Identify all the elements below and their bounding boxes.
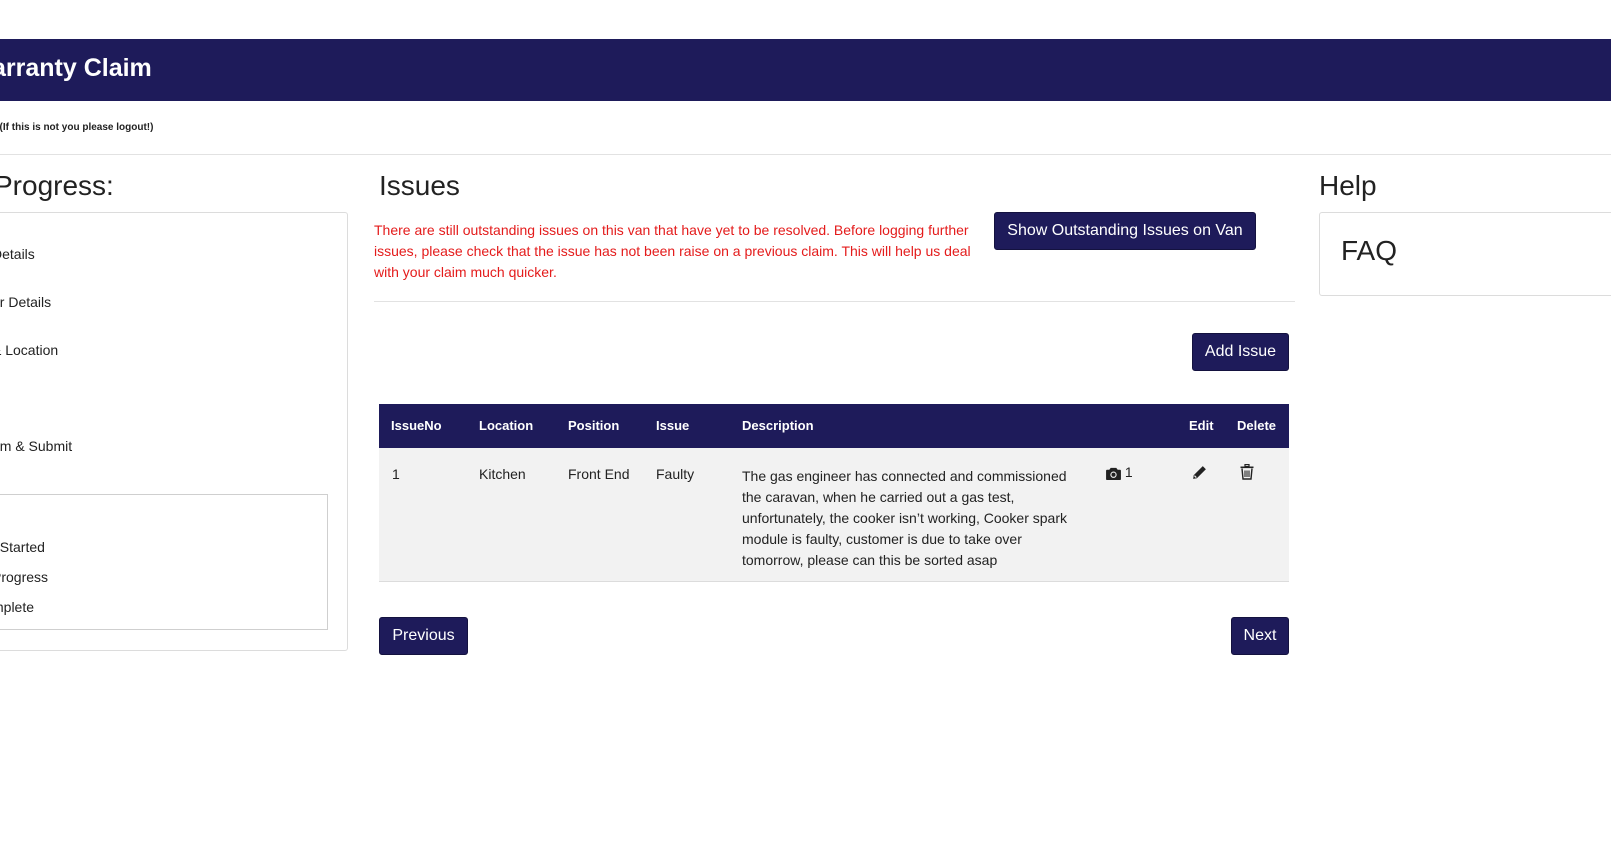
progress-step-confirm-submit[interactable]: irm & Submit [0, 438, 72, 454]
progress-step-location[interactable]: & Location [0, 342, 58, 358]
photo-count: 1 [1124, 464, 1133, 480]
progress-legend [0, 494, 328, 630]
table-header: IssueNo Location Position Issue Descript… [379, 404, 1289, 448]
column-header-issue-no: IssueNo [391, 418, 442, 433]
help-panel: FAQ [1319, 212, 1611, 296]
edit-issue-button[interactable] [1192, 463, 1207, 480]
header-divider [0, 154, 1611, 155]
progress-heading: Progress: [0, 170, 114, 201]
photo-count-link[interactable]: 1 [1106, 464, 1133, 480]
previous-button[interactable]: Previous [379, 617, 468, 655]
cell-issue-no: 1 [392, 466, 400, 482]
trash-icon [1240, 464, 1254, 480]
header-bar: arranty Claim [0, 39, 1611, 101]
add-issue-button[interactable]: Add Issue [1192, 333, 1289, 371]
cell-issue: Faulty [656, 466, 695, 482]
column-header-location: Location [479, 418, 534, 433]
progress-step-details[interactable]: Details [0, 246, 35, 262]
column-header-position: Position [568, 418, 620, 433]
delete-issue-button[interactable] [1240, 463, 1254, 480]
show-outstanding-issues-button[interactable]: Show Outstanding Issues on Van [994, 212, 1256, 250]
column-header-issue: Issue [656, 418, 690, 433]
pencil-icon [1193, 465, 1206, 479]
issues-heading: Issues [379, 170, 460, 201]
cell-position: Front End [568, 466, 630, 482]
legend-not-started: t Started [0, 539, 45, 555]
legend-in-progress: Progress [0, 569, 49, 585]
faq-link[interactable]: FAQ [1341, 235, 1397, 267]
progress-step-dealer-details[interactable]: er Details [0, 294, 51, 310]
camera-icon [1106, 467, 1121, 480]
page-title: arranty Claim [0, 54, 152, 82]
outstanding-issues-warning: There are still outstanding issues on th… [374, 222, 971, 280]
cell-location: Kitchen [479, 466, 526, 482]
help-heading: Help [1319, 170, 1377, 201]
column-header-delete: Delete [1237, 418, 1277, 433]
next-button[interactable]: Next [1231, 617, 1289, 655]
user-logout-notice: l (If this is not you please logout!) [0, 122, 154, 133]
column-header-description: Description [742, 418, 814, 433]
issues-divider [374, 301, 1295, 302]
legend-complete: mplete [0, 599, 35, 615]
table-row: 1 Kitchen Front End Faulty The gas engin… [379, 448, 1289, 582]
issues-table: IssueNo Location Position Issue Descript… [379, 404, 1289, 582]
cell-description: The gas engineer has connected and commi… [742, 468, 1068, 568]
column-header-edit: Edit [1189, 418, 1214, 433]
page: arranty Claim l (If this is not you plea… [0, 0, 1611, 846]
